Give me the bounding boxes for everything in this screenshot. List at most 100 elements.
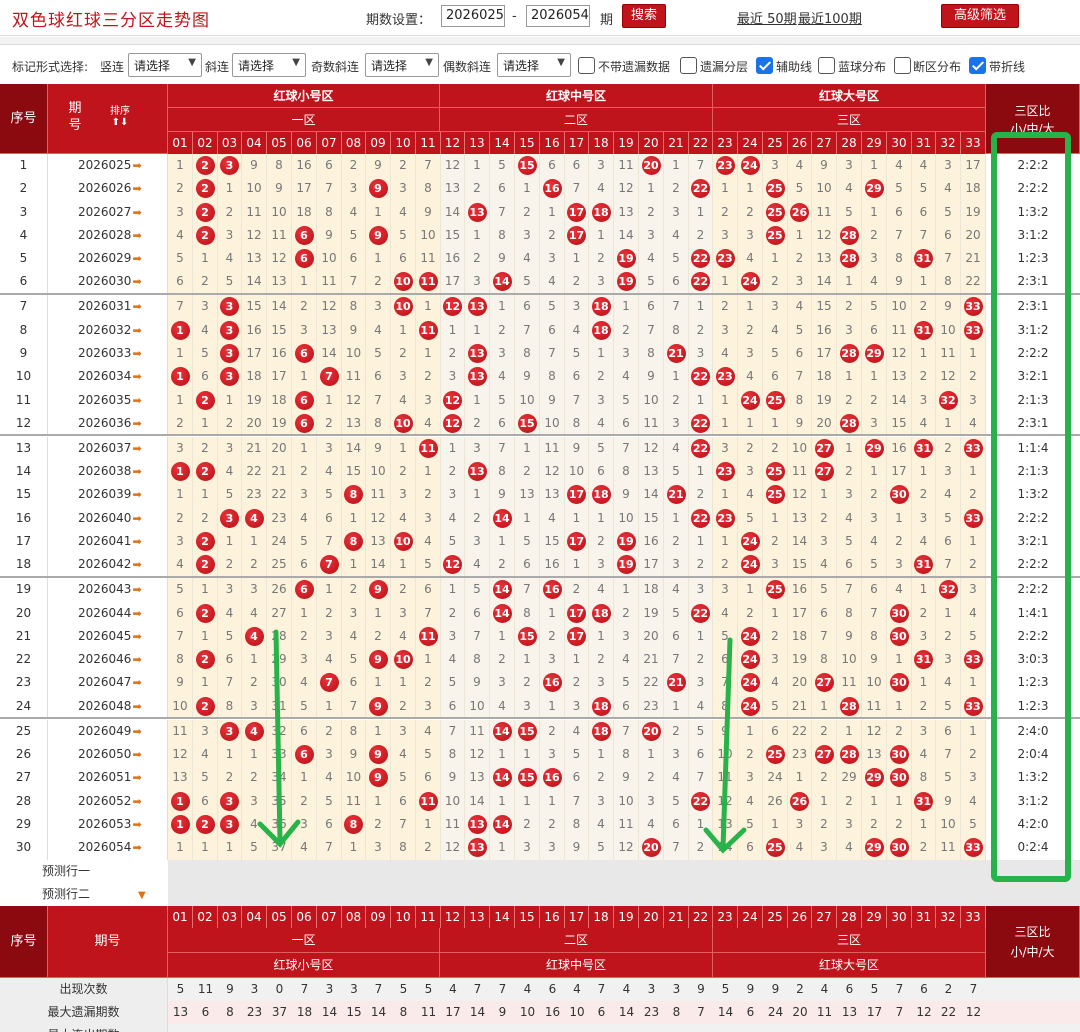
drawn-ball: 11 (416, 318, 441, 343)
row-seq: 6 (0, 270, 48, 294)
row-period[interactable]: 2026031➡ (48, 295, 168, 319)
advanced-filter-button[interactable]: 高级筛选 (941, 4, 1019, 28)
miss-cell: 4 (887, 154, 912, 178)
row-period[interactable]: 2026053➡ (48, 812, 168, 837)
row-period[interactable]: 2026025➡ (48, 154, 168, 178)
red-ball: 8 (344, 814, 363, 834)
miss-cell: 13 (887, 365, 912, 389)
row-period[interactable]: 2026032➡ (48, 318, 168, 343)
drawn-ball: 6 (292, 411, 317, 436)
miss-cell: 3 (465, 270, 490, 294)
even-diagonal-select[interactable]: 请选择 ▼ (497, 53, 571, 77)
row-period[interactable]: 2026027➡ (48, 200, 168, 224)
miss-cell: 2 (589, 648, 614, 672)
miss-cell: 4 (540, 506, 565, 531)
row-period[interactable]: 2026046➡ (48, 648, 168, 672)
sort-toggle[interactable]: 排序 ⬆⬇ (110, 106, 130, 128)
miss-cell: 2 (565, 671, 589, 695)
miss-cell: 10 (317, 247, 342, 271)
predict-row-2[interactable]: 预测行二 ▼ (0, 883, 1080, 906)
row-period[interactable]: 2026050➡ (48, 743, 168, 767)
aux-line-checkbox[interactable] (756, 57, 773, 74)
polyline-checkbox[interactable] (969, 57, 986, 74)
odd-diagonal-select[interactable]: 请选择 ▼ (365, 53, 439, 77)
search-button[interactable]: 搜索 (622, 4, 666, 28)
miss-cell: 3 (441, 624, 465, 649)
miss-cell: 14 (366, 553, 391, 577)
row-period[interactable]: 2026047➡ (48, 671, 168, 695)
row-seq: 8 (0, 318, 48, 343)
row-period[interactable]: 2026036➡ (48, 411, 168, 436)
miss-cell: 7 (391, 812, 416, 837)
blue-dist-checkbox[interactable] (818, 57, 835, 74)
row-period[interactable]: 2026037➡ (48, 436, 168, 461)
miss-cell: 1 (589, 342, 614, 366)
miss-cell: 7 (565, 177, 589, 201)
recent-100-link[interactable]: 最近100期 (798, 8, 862, 27)
row-period[interactable]: 2026029➡ (48, 247, 168, 271)
miss-cell: 17 (812, 342, 837, 366)
miss-cell: 4 (292, 836, 317, 860)
row-period[interactable]: 2026044➡ (48, 601, 168, 626)
row-period[interactable]: 2026048➡ (48, 694, 168, 719)
row-period[interactable]: 2026035➡ (48, 388, 168, 412)
miss-cell: 3 (738, 223, 763, 248)
row-period[interactable]: 2026041➡ (48, 530, 168, 554)
red-ball: 25 (765, 202, 785, 222)
group-divider (0, 434, 1080, 437)
row-period[interactable]: 2026039➡ (48, 483, 168, 507)
miss-cell: 2 (441, 601, 465, 626)
red-ball: 13 (467, 344, 487, 363)
red-ball: 2 (195, 696, 215, 716)
row-seq: 14 (0, 460, 48, 484)
drawn-ball: 22 (689, 789, 713, 814)
table-row: 20 2026044➡ 6 2 4 4 27 1 2 3 1 3 7 2 6 14 8 1 17 18 2 19 5 22 4 2… (0, 601, 1080, 626)
row-period[interactable]: 2026054➡ (48, 836, 168, 860)
zone-break-checkbox[interactable] (894, 57, 911, 74)
row-period[interactable]: 2026040➡ (48, 506, 168, 531)
miss-cell: 1 (713, 530, 738, 554)
number-header-33: 33 (961, 132, 986, 154)
predict-row-1[interactable]: 预测行一 (0, 860, 1080, 883)
miss-cell: 1 (565, 506, 589, 531)
row-period[interactable]: 2026038➡ (48, 460, 168, 484)
miss-cell: 3 (218, 578, 242, 602)
row-seq: 19 (0, 578, 48, 602)
diagonal-select[interactable]: 请选择 ▼ (232, 53, 306, 77)
no-miss-data-checkbox[interactable] (578, 57, 595, 74)
row-period[interactable]: 2026051➡ (48, 766, 168, 790)
miss-cell: 6 (540, 318, 565, 343)
miss-cell: 8 (812, 648, 837, 672)
row-period[interactable]: 2026033➡ (48, 342, 168, 366)
miss-cell: 1 (837, 719, 862, 744)
miss-cell: 1 (713, 177, 738, 201)
max-miss-value: 11 (420, 1005, 437, 1019)
row-period[interactable]: 2026052➡ (48, 789, 168, 814)
period-to-input[interactable]: 2026054 (526, 5, 590, 27)
row-period[interactable]: 2026028➡ (48, 223, 168, 248)
miss-cell: 5 (936, 200, 961, 224)
row-period[interactable]: 2026049➡ (48, 719, 168, 744)
recent-50-link[interactable]: 最近 50期 (737, 8, 797, 27)
vertical-select[interactable]: 请选择 ▼ (128, 53, 202, 77)
miss-cell: 1 (317, 694, 342, 719)
row-seq: 29 (0, 812, 48, 837)
row-period[interactable]: 2026042➡ (48, 553, 168, 577)
miss-cell: 2 (689, 483, 713, 507)
miss-cell: 13 (168, 766, 193, 790)
row-period[interactable]: 2026030➡ (48, 270, 168, 294)
miss-cell: 4 (242, 812, 267, 837)
miss-layer-checkbox[interactable] (680, 57, 697, 74)
row-period[interactable]: 2026043➡ (48, 578, 168, 602)
miss-cell: 3 (490, 342, 515, 366)
row-period-text: 2026048 (78, 698, 132, 713)
period-from-input[interactable]: 2026025 (441, 5, 505, 27)
arrow-right-icon: ➡ (132, 629, 142, 643)
arrow-right-icon: ➡ (132, 182, 142, 196)
miss-cell: 1 (713, 388, 738, 412)
row-period[interactable]: 2026034➡ (48, 365, 168, 389)
row-period[interactable]: 2026026➡ (48, 177, 168, 201)
appear-count-value: 3 (647, 982, 656, 996)
row-period[interactable]: 2026045➡ (48, 624, 168, 649)
arrow-down-icon: ▼ (138, 890, 146, 901)
